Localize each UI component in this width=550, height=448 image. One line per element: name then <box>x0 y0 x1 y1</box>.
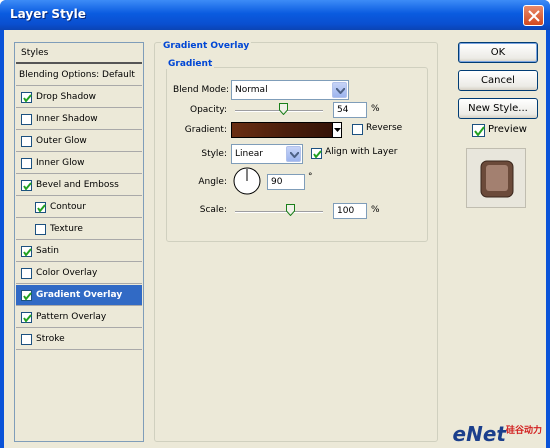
style-item-label: Gradient Overlay <box>36 290 123 300</box>
angle-input[interactable]: 90 <box>267 174 305 190</box>
checkmark-icon <box>313 150 322 159</box>
opacity-unit: % <box>371 104 380 114</box>
outer-glow-checkbox[interactable] <box>21 136 32 147</box>
style-item-label: Color Overlay <box>36 268 98 278</box>
chevron-down-icon <box>334 128 341 132</box>
style-item-pattern-overlay[interactable]: Pattern Overlay <box>16 307 142 328</box>
pattern-overlay-checkbox[interactable] <box>21 312 32 323</box>
reverse-label: Reverse <box>366 123 403 133</box>
inner-shadow-checkbox[interactable] <box>21 114 32 125</box>
blend-mode-label: Blend Mode: <box>173 85 230 95</box>
style-item-label: Inner Glow <box>36 158 85 168</box>
checkmark-icon <box>23 94 32 103</box>
align-with-layer-checkbox[interactable] <box>311 148 322 159</box>
group-title: Gradient Overlay <box>161 41 252 51</box>
angle-label: Angle: <box>198 177 227 187</box>
reverse-checkbox[interactable] <box>352 124 363 135</box>
blend-mode-select[interactable]: Normal <box>231 80 349 100</box>
drop-shadow-checkbox[interactable] <box>21 92 32 103</box>
style-item-gradient-overlay[interactable]: Gradient Overlay <box>16 285 142 306</box>
scale-slider-track[interactable] <box>235 211 323 213</box>
style-item-satin[interactable]: Satin <box>16 241 142 262</box>
gradient-swatch[interactable] <box>231 122 333 138</box>
style-item-outer-glow[interactable]: Outer Glow <box>16 131 142 152</box>
blending-options-label: Blending Options: Default <box>19 70 135 80</box>
stroke-checkbox[interactable] <box>21 334 32 345</box>
checkmark-icon <box>474 126 485 137</box>
style-item-color-overlay[interactable]: Color Overlay <box>16 263 142 284</box>
style-item-stroke[interactable]: Stroke <box>16 329 142 350</box>
dialog-body: Styles Blending Options: Default Drop Sh… <box>4 30 546 448</box>
style-label: Style: <box>201 149 227 159</box>
watermark: eNet硅谷动力 <box>453 422 542 446</box>
blending-options-item[interactable]: Blending Options: Default <box>16 65 142 86</box>
new-style-button[interactable]: New Style... <box>458 98 538 119</box>
style-item-label: Outer Glow <box>36 136 87 146</box>
gradient-overlay-checkbox[interactable] <box>21 290 32 301</box>
opacity-slider-thumb[interactable] <box>279 103 288 115</box>
style-item-bevel-and-emboss[interactable]: Bevel and Emboss <box>16 175 142 196</box>
inner-glow-checkbox[interactable] <box>21 158 32 169</box>
bevel-emboss-checkbox[interactable] <box>21 180 32 191</box>
style-item-label: Stroke <box>36 334 65 344</box>
ok-button[interactable]: OK <box>458 42 538 63</box>
style-item-inner-shadow[interactable]: Inner Shadow <box>16 109 142 130</box>
style-item-label: Texture <box>50 224 83 234</box>
styles-header[interactable]: Styles <box>16 43 142 64</box>
style-item-contour[interactable]: Contour <box>16 197 142 218</box>
opacity-label: Opacity: <box>190 105 227 115</box>
checkmark-icon <box>37 204 46 213</box>
align-with-layer-label: Align with Layer <box>325 147 398 157</box>
scale-slider-thumb[interactable] <box>286 204 295 216</box>
style-item-drop-shadow[interactable]: Drop Shadow <box>16 87 142 108</box>
watermark-main: eNet <box>452 422 506 446</box>
contour-checkbox[interactable] <box>35 202 46 213</box>
blend-mode-value: Normal <box>235 85 268 95</box>
gradient-label: Gradient: <box>184 125 227 135</box>
gradient-overlay-group: Gradient Overlay Gradient Blend Mode: No… <box>154 41 438 442</box>
style-item-inner-glow[interactable]: Inner Glow <box>16 153 142 174</box>
angle-unit: ° <box>308 172 313 182</box>
scale-label: Scale: <box>199 205 227 215</box>
preview-thumbnail <box>480 160 514 198</box>
styles-list: Styles Blending Options: Default Drop Sh… <box>14 42 144 442</box>
scale-input[interactable]: 100 <box>333 203 367 219</box>
cancel-button[interactable]: Cancel <box>458 70 538 91</box>
style-item-label: Contour <box>50 202 86 212</box>
checkmark-icon <box>23 314 32 323</box>
style-item-label: Bevel and Emboss <box>36 180 119 190</box>
dropdown-arrow-icon[interactable] <box>286 146 301 162</box>
style-item-label: Pattern Overlay <box>36 312 107 322</box>
style-select[interactable]: Linear <box>231 144 303 164</box>
style-item-label: Satin <box>36 246 59 256</box>
satin-checkbox[interactable] <box>21 246 32 257</box>
styles-header-label: Styles <box>21 48 49 58</box>
opacity-input[interactable]: 54 <box>333 102 367 118</box>
checkmark-icon <box>23 292 32 301</box>
style-value: Linear <box>235 149 263 159</box>
gradient-picker-button[interactable] <box>333 122 342 138</box>
scale-unit: % <box>371 205 380 215</box>
style-item-label: Inner Shadow <box>36 114 98 124</box>
title-bar[interactable]: Layer Style <box>0 0 550 30</box>
texture-checkbox[interactable] <box>35 224 46 235</box>
close-icon <box>528 10 540 22</box>
subgroup-title: Gradient <box>166 59 215 69</box>
color-overlay-checkbox[interactable] <box>21 268 32 279</box>
preview-label: Preview <box>488 124 527 135</box>
style-item-label: Drop Shadow <box>36 92 97 102</box>
preview-swatch <box>466 148 526 208</box>
checkmark-icon <box>23 182 32 191</box>
layer-style-window: Layer Style Styles Blending Options: Def… <box>0 0 550 448</box>
dropdown-arrow-icon[interactable] <box>332 82 347 98</box>
preview-checkbox[interactable] <box>472 124 485 137</box>
checkmark-icon <box>23 248 32 257</box>
window-title: Layer Style <box>10 7 86 21</box>
style-item-texture[interactable]: Texture <box>16 219 142 240</box>
watermark-sub: 硅谷动力 <box>505 426 542 436</box>
angle-dial[interactable] <box>233 167 261 195</box>
close-button[interactable] <box>523 5 544 26</box>
